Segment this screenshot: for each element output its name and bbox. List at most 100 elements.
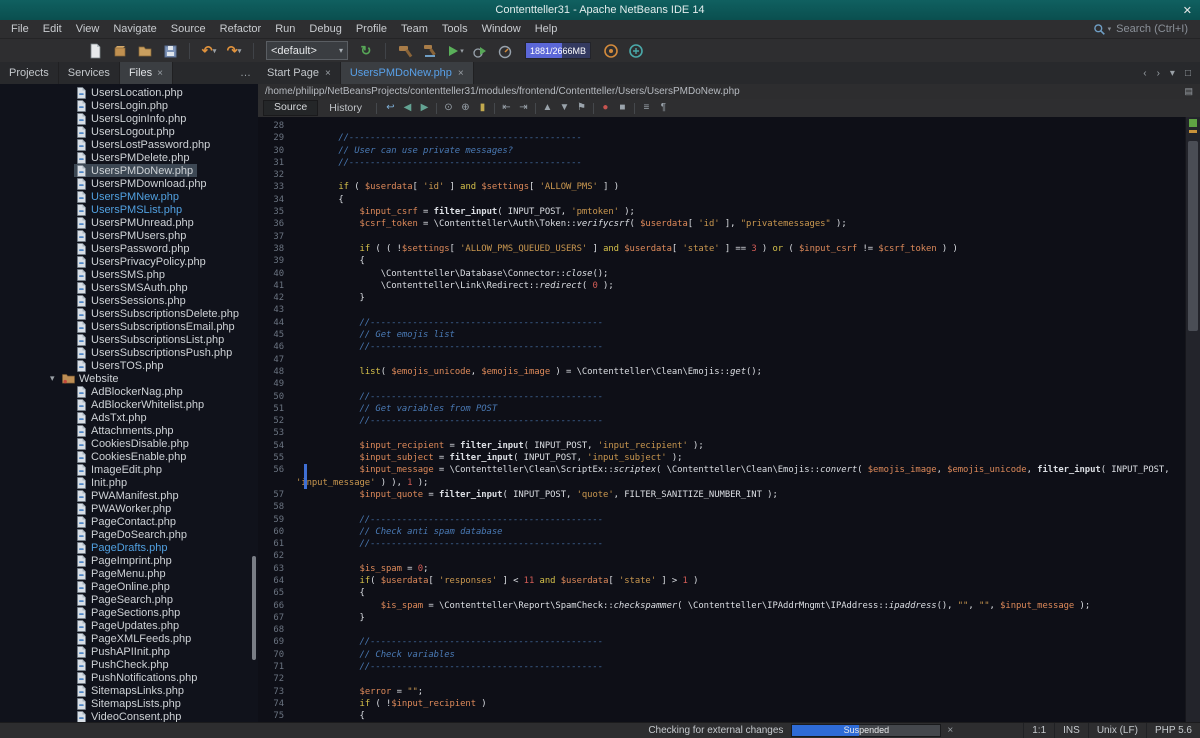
code-line[interactable]: 28 <box>258 120 1186 132</box>
breadcrumb-settings-icon[interactable]: ▤ <box>1184 86 1193 97</box>
tree-item[interactable]: SitemapsLists.php <box>0 697 258 710</box>
code-line[interactable]: 50 //-----------------------------------… <box>258 391 1186 403</box>
code-line[interactable]: 60 // Check anti spam database <box>258 526 1186 538</box>
undo-button[interactable]: ↶ ▾ <box>198 41 220 61</box>
code-line[interactable]: 65 { <box>258 587 1186 599</box>
tree-item[interactable]: PageDoSearch.php <box>0 528 258 541</box>
new-project-button[interactable] <box>109 41 131 61</box>
close-icon[interactable]: × <box>325 68 331 79</box>
code-line[interactable]: 53 <box>258 427 1186 439</box>
tree-item[interactable]: UsersSubscriptionsDelete.php <box>0 307 258 320</box>
code-line[interactable]: 59 //-----------------------------------… <box>258 514 1186 526</box>
menu-debug[interactable]: Debug <box>302 20 348 38</box>
menu-help[interactable]: Help <box>528 20 565 38</box>
new-file-button[interactable] <box>84 41 106 61</box>
find-icon[interactable]: ⊙ <box>440 101 457 115</box>
editor-tab-userspmdonew-php[interactable]: UsersPMDoNew.php × <box>340 62 474 84</box>
shift-right-icon[interactable]: ⇥ <box>515 101 532 115</box>
tree-item[interactable]: PageMenu.php <box>0 567 258 580</box>
tree-item[interactable]: PageSections.php <box>0 606 258 619</box>
profile-button[interactable] <box>494 41 516 61</box>
tree-item[interactable]: UsersPMDoNew.php <box>0 164 258 177</box>
code-line[interactable]: 54 $input_recipient = filter_input( INPU… <box>258 440 1186 452</box>
tree-item[interactable]: UsersLogin.php <box>0 99 258 112</box>
menu-navigate[interactable]: Navigate <box>106 20 163 38</box>
code-editor[interactable]: 28 29 //---------------------------------… <box>258 117 1186 723</box>
uncomment-icon[interactable]: ¶ <box>655 101 672 115</box>
code-line[interactable]: 38 if ( ( !$settings[ 'ALLOW_PMS_QUEUED_… <box>258 243 1186 255</box>
run-dropdown-icon[interactable]: ▾ <box>460 47 464 55</box>
tree-item[interactable]: SitemapsLinks.php <box>0 684 258 697</box>
tree-item[interactable]: UsersPMUnread.php <box>0 216 258 229</box>
tree-item[interactable]: UsersLogout.php <box>0 125 258 138</box>
code-line[interactable]: 43 <box>258 304 1186 316</box>
code-line[interactable]: 47 <box>258 354 1186 366</box>
reload-button[interactable]: ↻ <box>355 41 377 61</box>
tree-item[interactable]: PushCheck.php <box>0 658 258 671</box>
warning-mark[interactable] <box>1189 130 1197 133</box>
tree-item[interactable]: PushNotifications.php <box>0 671 258 684</box>
tree-item[interactable]: PageContact.php <box>0 515 258 528</box>
tree-item[interactable]: UsersPrivacyPolicy.php <box>0 255 258 268</box>
tree-item[interactable]: UsersPMUsers.php <box>0 229 258 242</box>
save-all-button[interactable] <box>159 41 181 61</box>
start-macro-icon[interactable]: ● <box>597 101 614 115</box>
code-line[interactable]: 57 $input_quote = filter_input( INPUT_PO… <box>258 489 1186 501</box>
tree-item[interactable]: UsersTOS.php <box>0 359 258 372</box>
editor-scrollbar[interactable] <box>1185 117 1200 723</box>
tree-item[interactable]: PageOnline.php <box>0 580 258 593</box>
next-bookmark-icon[interactable]: ▼ <box>556 101 573 115</box>
forward-icon[interactable]: ▶ <box>416 101 433 115</box>
tree-item[interactable]: CookiesDisable.php <box>0 437 258 450</box>
menu-team[interactable]: Team <box>394 20 435 38</box>
redo-button[interactable]: ↷ ▾ <box>223 41 245 61</box>
code-line[interactable]: 62 <box>258 550 1186 562</box>
menu-edit[interactable]: Edit <box>36 20 69 38</box>
panel-tab-projects[interactable]: Projects <box>0 62 59 84</box>
tree-item[interactable]: PushAPIInit.php <box>0 645 258 658</box>
code-line[interactable]: 34 { <box>258 194 1186 206</box>
code-line[interactable]: 33 if ( $userdata[ 'id' ] and $settings[… <box>258 181 1186 193</box>
code-line[interactable]: 36 $csrf_token = \Contentteller\Auth\Tok… <box>258 218 1186 230</box>
code-line[interactable]: 30 // User can use private messages? <box>258 145 1186 157</box>
code-line[interactable]: 67 } <box>258 612 1186 624</box>
menu-window[interactable]: Window <box>475 20 528 38</box>
tree-item[interactable]: PWAManifest.php <box>0 489 258 502</box>
tab-list-icon[interactable]: ▾ <box>1170 68 1175 79</box>
tree-item[interactable]: UsersPMDownload.php <box>0 177 258 190</box>
code-line[interactable]: 44 //-----------------------------------… <box>258 317 1186 329</box>
editor-tab-start-page[interactable]: Start Page × <box>258 62 341 84</box>
back-icon[interactable]: ◀ <box>399 101 416 115</box>
stop-macro-icon[interactable]: ■ <box>614 101 631 115</box>
code-line[interactable]: 58 <box>258 501 1186 513</box>
close-icon[interactable]: × <box>157 68 163 79</box>
close-icon[interactable]: × <box>458 68 464 79</box>
tab-scroll-left-icon[interactable]: ‹ <box>1143 68 1146 79</box>
panel-tab-services[interactable]: Services <box>59 62 120 84</box>
tree-item[interactable]: UsersPassword.php <box>0 242 258 255</box>
undo-dropdown-icon[interactable]: ▾ <box>213 47 217 55</box>
tree-item[interactable]: UsersPMNew.php <box>0 190 258 203</box>
heap-dump-button[interactable] <box>625 41 647 61</box>
code-line[interactable]: 46 //-----------------------------------… <box>258 341 1186 353</box>
menu-file[interactable]: File <box>4 20 36 38</box>
debug-button[interactable] <box>469 41 491 61</box>
code-line[interactable]: 68 <box>258 624 1186 636</box>
quick-search[interactable]: ▾ Search (Ctrl+I) <box>1093 23 1200 36</box>
tree-item[interactable]: ▾ Website <box>0 372 258 385</box>
code-line[interactable]: 45 // Get emojis list <box>258 329 1186 341</box>
tree-item[interactable]: UsersSubscriptionsPush.php <box>0 346 258 359</box>
code-line[interactable]: 32 <box>258 169 1186 181</box>
insert-mode[interactable]: INS <box>1054 723 1088 738</box>
code-line[interactable]: 31 //-----------------------------------… <box>258 157 1186 169</box>
tree-item[interactable]: UsersSubscriptionsList.php <box>0 333 258 346</box>
previous-bookmark-icon[interactable]: ▲ <box>539 101 556 115</box>
menu-run[interactable]: Run <box>268 20 302 38</box>
tree-item[interactable]: AdBlockerWhitelist.php <box>0 398 258 411</box>
editor-scrollbar-thumb[interactable] <box>1188 141 1198 331</box>
replace-icon[interactable]: ⊕ <box>457 101 474 115</box>
code-line[interactable]: 73 $error = ""; <box>258 686 1186 698</box>
panel-overflow-icon[interactable]: … <box>233 62 258 84</box>
tree-item[interactable]: UsersLostPassword.php <box>0 138 258 151</box>
run-button[interactable]: ▾ <box>444 41 466 61</box>
